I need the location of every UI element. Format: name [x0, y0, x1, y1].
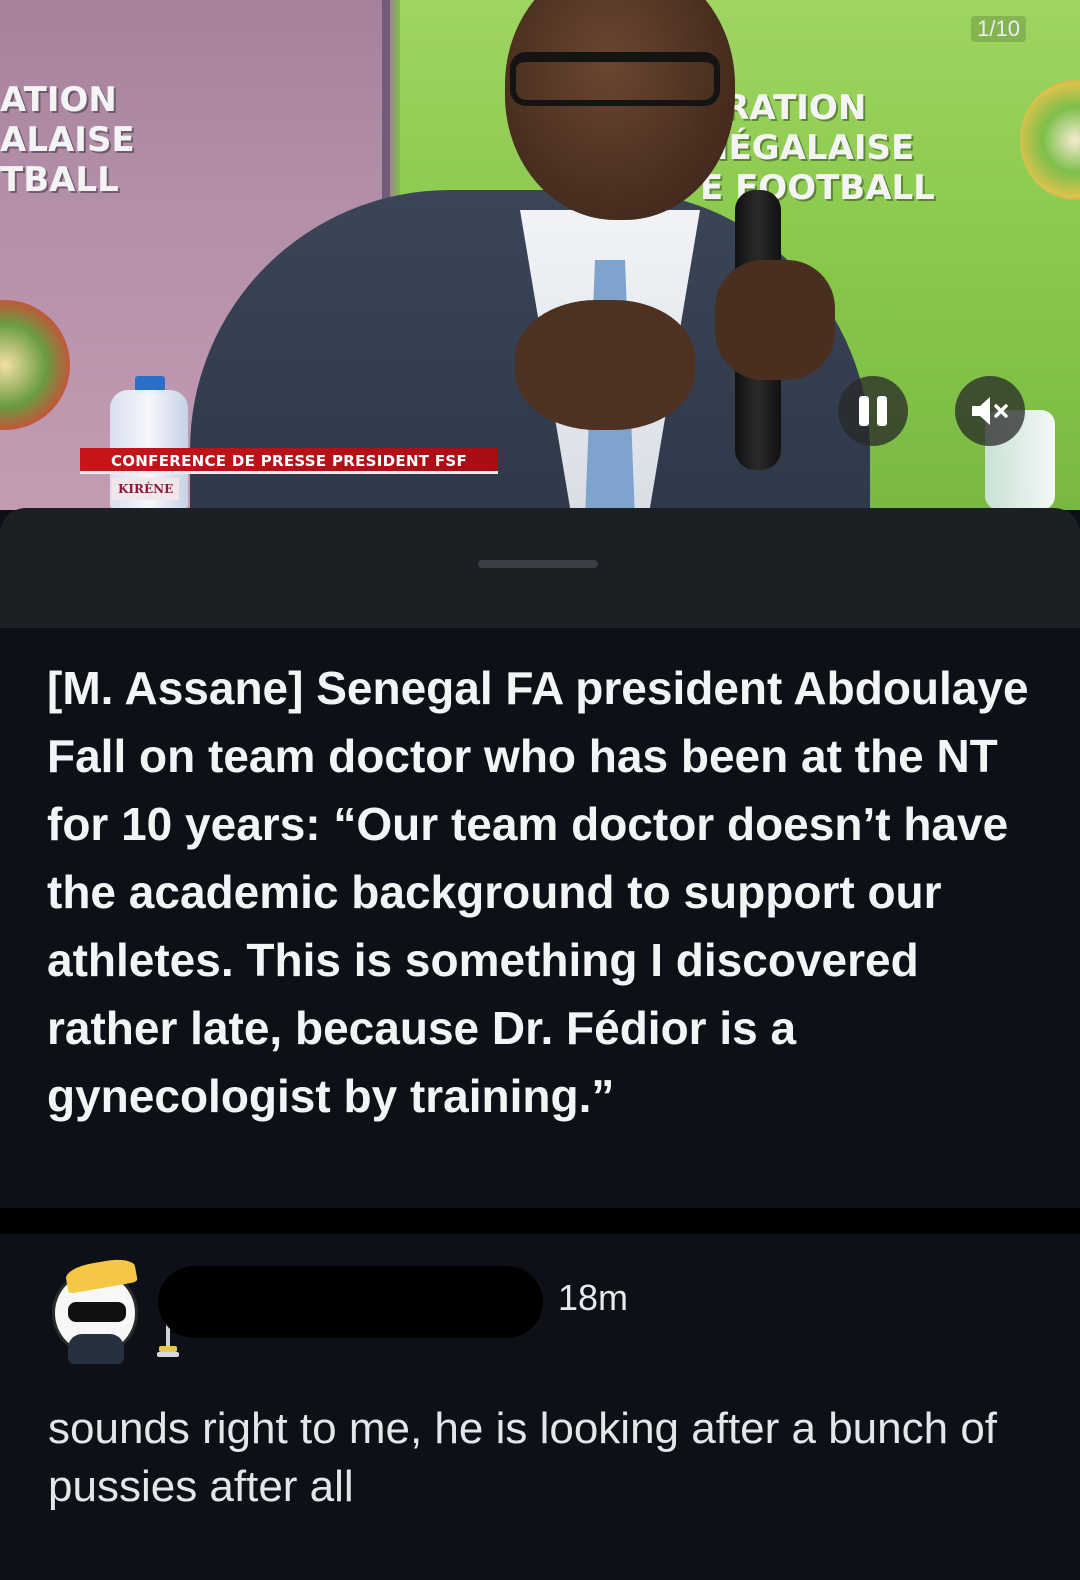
lower-third-caption: CONFERENCE DE PRESSE PRESIDENT FSF	[80, 448, 498, 474]
speaker-head	[505, 0, 735, 220]
avatar-body	[68, 1334, 124, 1364]
speaker	[190, 0, 870, 510]
section-divider	[0, 1208, 1080, 1234]
speaker-hand-left	[515, 300, 695, 430]
post-title: [M. Assane] Senegal FA president Abdoula…	[47, 662, 1029, 1122]
media-counter: 1/10	[971, 16, 1026, 42]
bottom-sheet	[0, 508, 1080, 628]
comment-timestamp: 18m	[558, 1277, 629, 1318]
pause-button[interactable]	[838, 376, 908, 446]
banner-text-left: ATION ALAISE TBALL	[0, 80, 135, 200]
video-player[interactable]: ATION ALAISE TBALL ÉRATION NÉGALAISE E F…	[0, 0, 1080, 510]
comment: 18m sounds right to me, he is looking af…	[0, 1234, 1080, 1580]
comment-body: sounds right to me, he is looking after …	[48, 1404, 998, 1511]
pause-icon	[855, 396, 891, 426]
sponsor-tag: KIRÈNE	[112, 478, 180, 500]
drag-handle[interactable]	[478, 560, 598, 568]
avatar[interactable]	[50, 1250, 142, 1374]
redacted-username	[158, 1266, 543, 1338]
speaker-hand-right	[715, 260, 835, 380]
post-content: [M. Assane] Senegal FA president Abdoula…	[0, 628, 1080, 1208]
volume-muted-icon	[972, 397, 1008, 425]
speaker-glasses	[510, 52, 720, 106]
avatar-sunglasses	[68, 1302, 126, 1322]
mute-button[interactable]	[955, 376, 1025, 446]
